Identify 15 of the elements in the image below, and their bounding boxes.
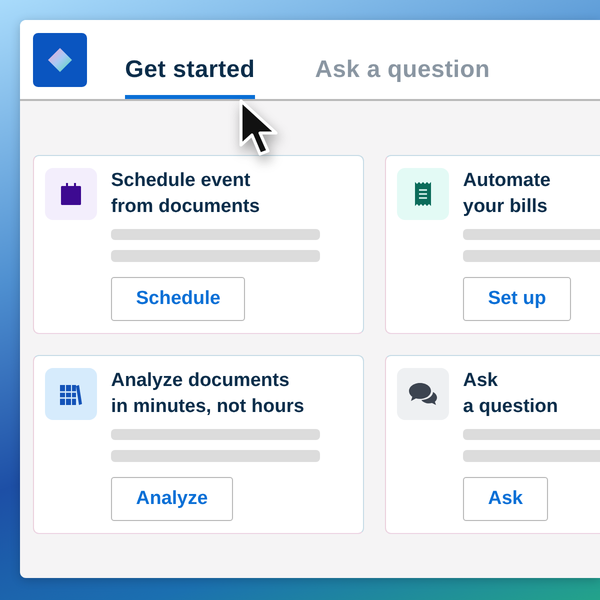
action-button[interactable]: Set up xyxy=(463,276,572,321)
card-title: Analyze documents in minutes, not hours xyxy=(111,369,306,419)
action-button[interactable]: Schedule xyxy=(111,276,246,321)
tab[interactable]: Get started xyxy=(125,20,256,99)
receipt-icon xyxy=(415,182,431,206)
books-icon xyxy=(60,383,82,405)
action-button[interactable]: Analyze xyxy=(111,476,233,521)
card-title: Ask a question xyxy=(463,369,560,419)
tab[interactable]: Ask a question xyxy=(315,20,490,99)
diamond-icon xyxy=(48,48,72,72)
chat-icon xyxy=(409,383,437,405)
card-title: Automate your bills xyxy=(463,169,552,219)
action-button[interactable]: Ask xyxy=(463,476,548,521)
card-title: Schedule event from documents xyxy=(111,169,261,219)
calendar-icon xyxy=(61,183,81,205)
